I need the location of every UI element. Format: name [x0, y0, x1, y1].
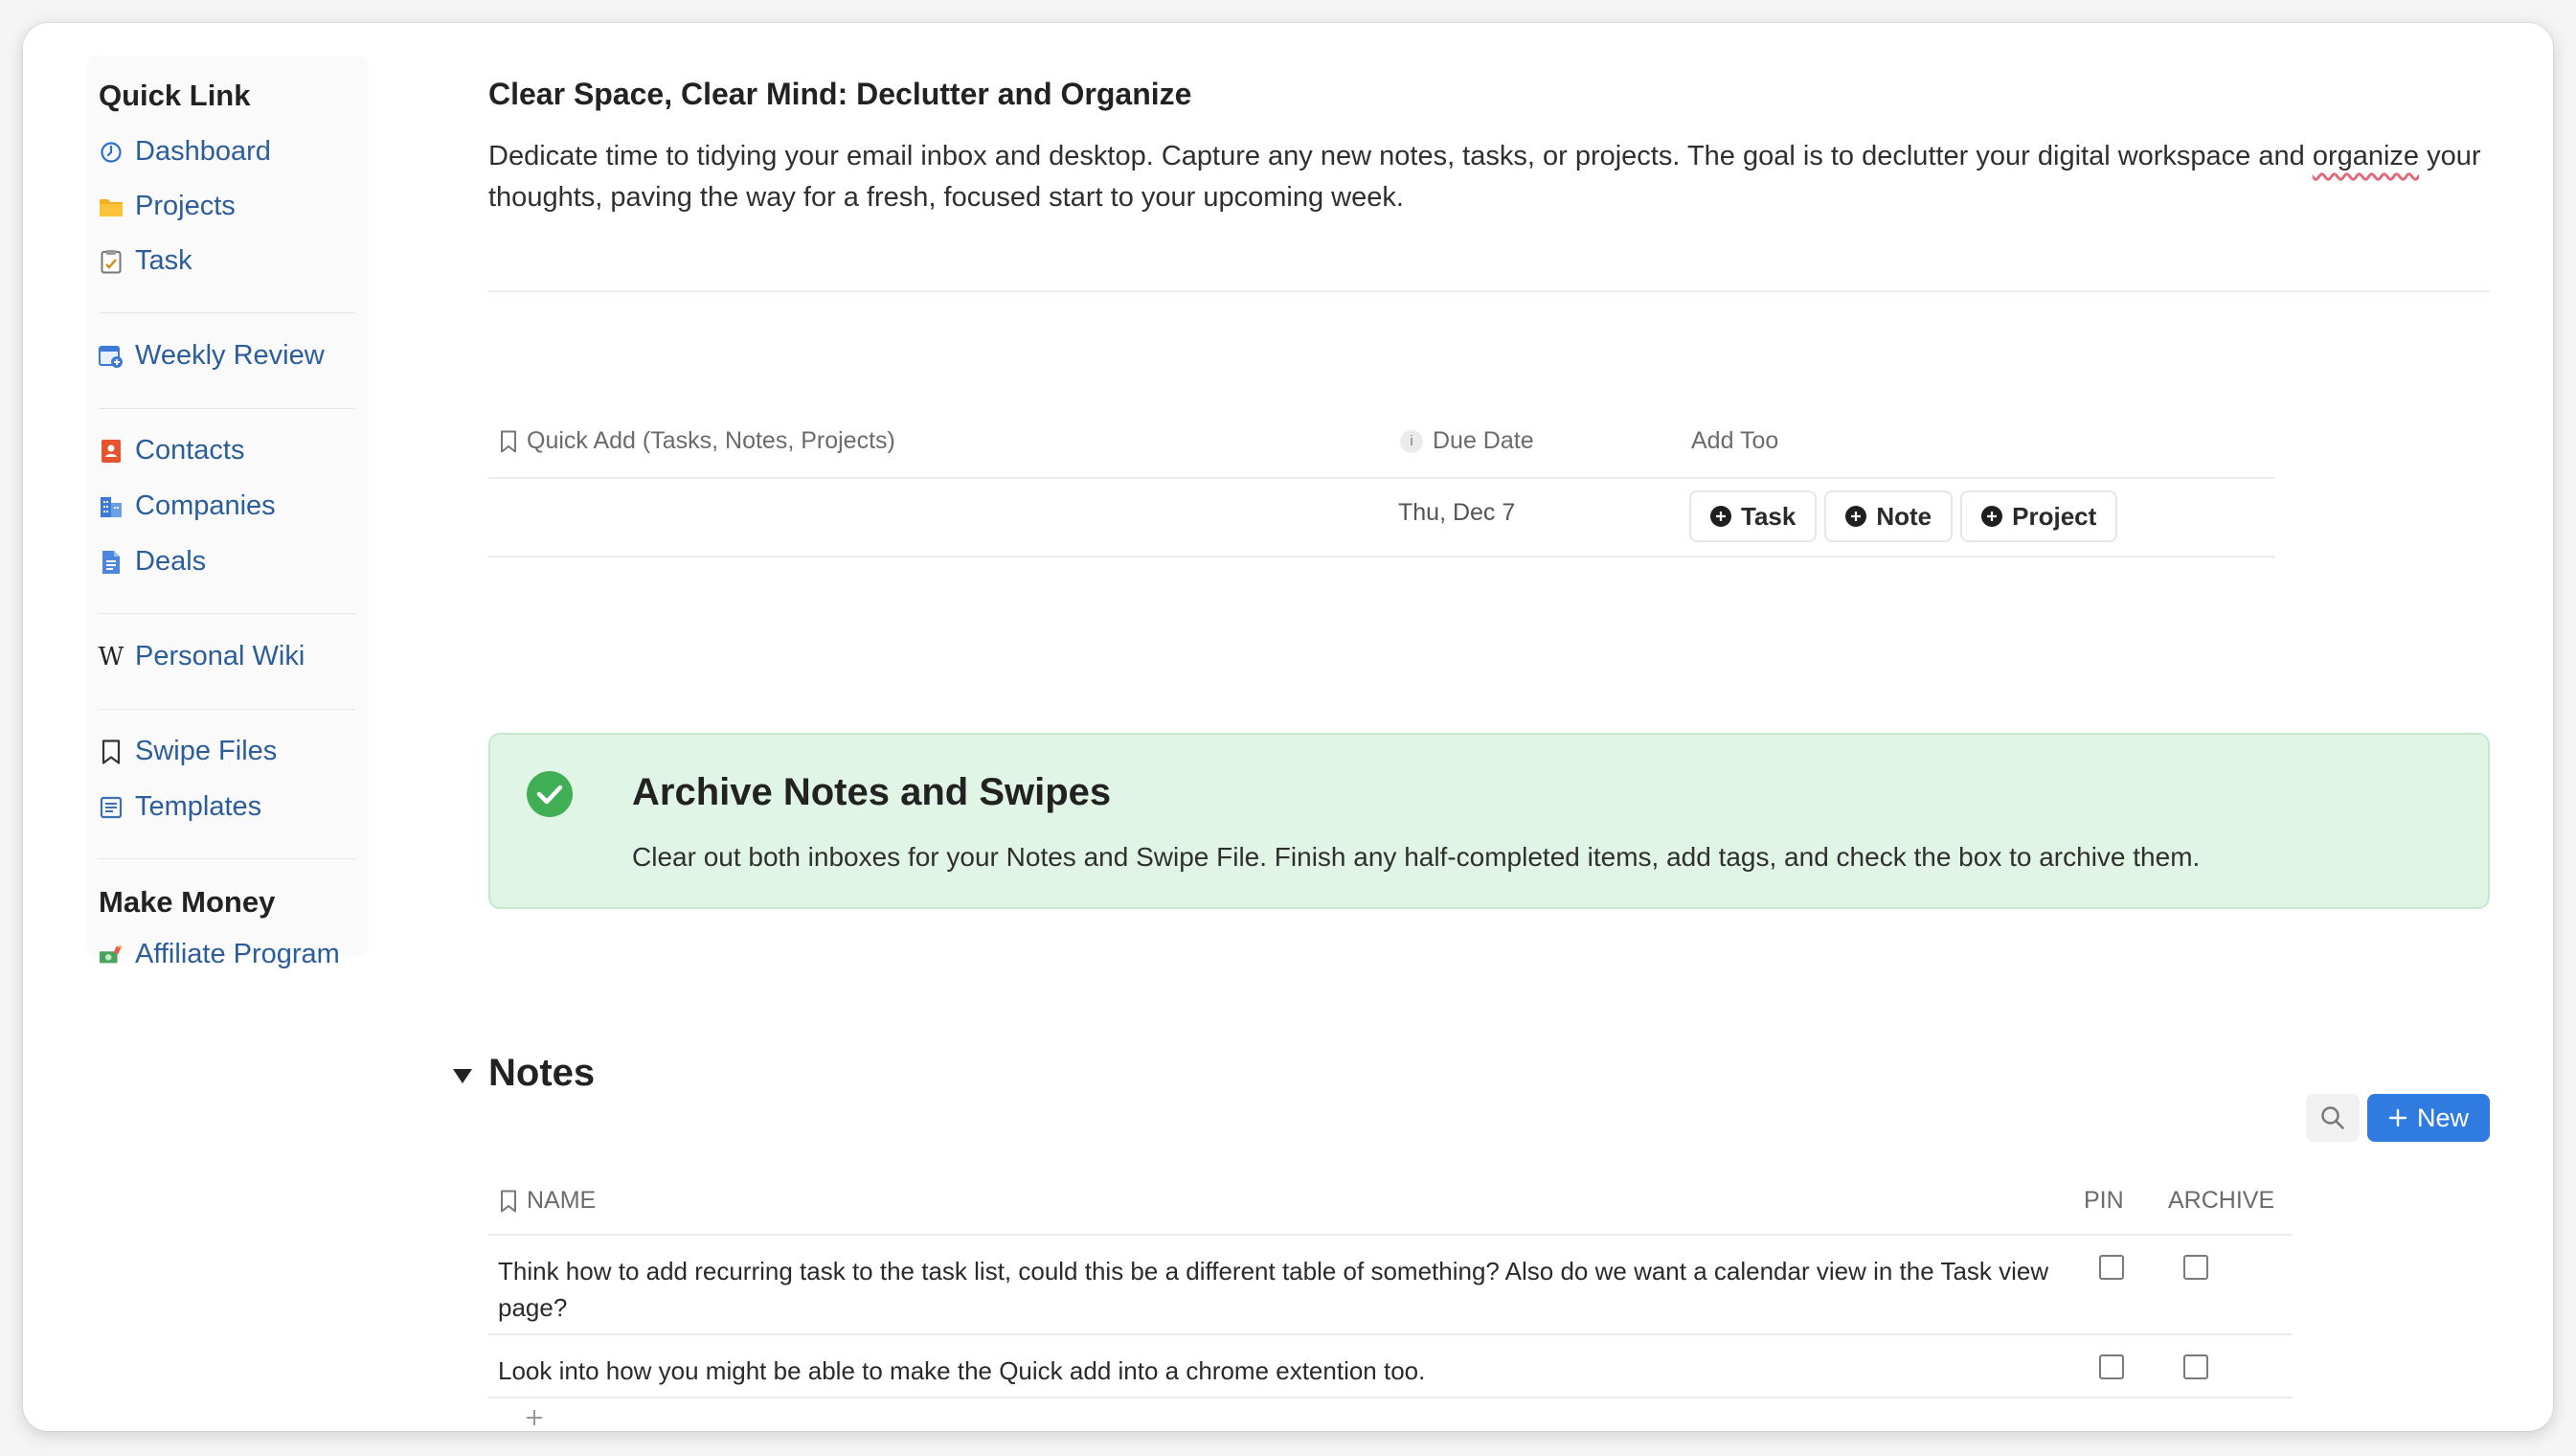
sidebar-item-swipe-files[interactable]: Swipe Files: [99, 736, 277, 767]
divider: [488, 290, 2490, 292]
archive-callout: Archive Notes and Swipes Clear out both …: [488, 733, 2490, 909]
plus-circle-icon: [1845, 506, 1867, 527]
add-project-button[interactable]: Project: [1960, 490, 2118, 542]
sidebar-item-dashboard[interactable]: Dashboard: [99, 136, 271, 168]
pin-checkbox[interactable]: [2099, 1255, 2124, 1280]
add-buttons-group: Task Note Project: [1689, 490, 2118, 542]
dashboard-icon: [99, 140, 124, 165]
archive-column-header[interactable]: ARCHIVE: [2168, 1187, 2274, 1215]
description-text: Dedicate time to tidying your email inbo…: [488, 141, 2313, 171]
sidebar-divider: [99, 408, 355, 409]
info-icon: i: [1400, 429, 1423, 453]
sidebar-item-label: Personal Wiki: [135, 641, 305, 671]
button-label: Note: [1876, 501, 1932, 531]
plus-icon: [2388, 1108, 2407, 1127]
quick-add-header-row: Quick Add (Tasks, Notes, Projects) i Due…: [488, 406, 2275, 479]
sidebar-item-label: Affiliate Program: [135, 939, 340, 969]
sidebar-heading-quick-link: Quick Link: [99, 79, 251, 112]
column-label: NAME: [527, 1187, 597, 1214]
notes-heading: Notes: [488, 1052, 596, 1094]
search-button[interactable]: [2306, 1094, 2360, 1142]
money-icon: [99, 943, 124, 967]
template-icon: [99, 795, 124, 820]
quick-add-table: Quick Add (Tasks, Notes, Projects) i Due…: [488, 406, 2275, 557]
notes-header-row: NAME PIN ARCHIVE: [488, 1167, 2293, 1236]
check-circle-icon: [527, 771, 573, 817]
archive-checkbox[interactable]: [2183, 1354, 2208, 1379]
notes-toggle-triangle-icon[interactable]: [448, 1061, 477, 1090]
plus-circle-icon: [1981, 506, 2003, 527]
sidebar-item-deals[interactable]: Deals: [99, 546, 206, 578]
sidebar-item-companies[interactable]: Companies: [99, 490, 276, 522]
quick-add-name-column-header[interactable]: Quick Add (Tasks, Notes, Projects): [500, 427, 895, 455]
search-icon: [2321, 1106, 2344, 1129]
app-window: Quick Link Dashboard Projects Task Weekl…: [23, 23, 2553, 1431]
sidebar-heading-make-money: Make Money: [99, 885, 276, 919]
sidebar-item-task[interactable]: Task: [99, 245, 192, 277]
column-label: PIN: [2084, 1187, 2124, 1214]
page-title: Clear Space, Clear Mind: Declutter and O…: [488, 77, 1192, 111]
folder-icon: [99, 194, 124, 219]
button-label: Project: [2012, 501, 2097, 531]
add-note-button[interactable]: Note: [1824, 490, 1954, 542]
pin-checkbox[interactable]: [2099, 1354, 2124, 1379]
button-label: New: [2416, 1103, 2469, 1132]
sidebar-item-label: Swipe Files: [135, 736, 278, 766]
sidebar-divider: [99, 858, 355, 859]
sidebar-item-contacts[interactable]: Contacts: [99, 435, 244, 466]
archive-checkbox[interactable]: [2183, 1255, 2208, 1280]
table-row[interactable]: Think how to add recurring task to the t…: [488, 1236, 2293, 1335]
pin-column-header[interactable]: PIN: [2084, 1187, 2124, 1215]
document-icon: [99, 550, 124, 575]
bookmark-icon: [501, 1190, 516, 1212]
plus-circle-icon: [1710, 506, 1731, 527]
table-row[interactable]: Look into how you might be able to make …: [488, 1335, 2293, 1399]
contacts-book-icon: [99, 439, 124, 464]
sidebar-item-label: Companies: [135, 490, 276, 521]
note-name[interactable]: Think how to add recurring task to the t…: [498, 1253, 2088, 1326]
column-label: Quick Add (Tasks, Notes, Projects): [527, 427, 895, 454]
sidebar-item-label: Templates: [135, 791, 262, 822]
new-note-button[interactable]: New: [2367, 1094, 2490, 1142]
sidebar-divider: [99, 312, 355, 313]
wikipedia-icon: W: [98, 642, 124, 671]
add-row-plus-icon[interactable]: [521, 1404, 548, 1431]
due-date-value[interactable]: Thu, Dec 7: [1398, 499, 1515, 527]
quick-add-row: Thu, Dec 7 Task Note Project: [488, 479, 2275, 557]
sidebar-item-templates[interactable]: Templates: [99, 791, 261, 823]
building-icon: [99, 494, 124, 519]
sidebar-item-personal-wiki[interactable]: W Personal Wiki: [99, 641, 305, 672]
sidebar-item-weekly-review[interactable]: Weekly Review: [99, 340, 325, 372]
page-description: Dedicate time to tidying your email inbo…: [488, 136, 2538, 218]
due-date-column-header[interactable]: i Due Date: [1400, 427, 1534, 455]
note-name[interactable]: Look into how you might be able to make …: [498, 1353, 2088, 1389]
calendar-icon: [99, 344, 124, 369]
sidebar-item-label: Task: [135, 245, 192, 276]
name-column-header[interactable]: NAME: [500, 1187, 596, 1215]
sidebar-item-label: Weekly Review: [135, 340, 325, 371]
sidebar-item-affiliate-program[interactable]: Affiliate Program: [99, 939, 340, 970]
sidebar-item-label: Projects: [135, 191, 236, 221]
callout-title: Archive Notes and Swipes: [632, 771, 1112, 813]
column-label: Add Too: [1691, 427, 1779, 454]
column-label: ARCHIVE: [2168, 1187, 2275, 1214]
sidebar-item-label: Contacts: [135, 435, 245, 466]
bookmark-icon: [99, 739, 124, 764]
column-label: Due Date: [1433, 427, 1534, 454]
bookmark-icon: [501, 430, 516, 452]
add-too-column-header[interactable]: Add Too: [1691, 427, 1778, 455]
callout-text: Clear out both inboxes for your Notes an…: [632, 842, 2201, 872]
add-task-button[interactable]: Task: [1689, 490, 1818, 542]
misspelled-word[interactable]: organize: [2313, 141, 2419, 171]
button-label: Task: [1741, 501, 1796, 531]
notes-table: NAME PIN ARCHIVE Think how to add recurr…: [488, 1167, 2293, 1399]
sidebar-item-label: Deals: [135, 546, 207, 577]
sidebar: Quick Link Dashboard Projects Task Weekl…: [87, 56, 369, 969]
sidebar-item-projects[interactable]: Projects: [99, 191, 236, 222]
sidebar-item-label: Dashboard: [135, 136, 271, 167]
task-icon: [99, 249, 124, 274]
sidebar-divider: [99, 613, 355, 614]
sidebar-divider: [99, 709, 355, 710]
